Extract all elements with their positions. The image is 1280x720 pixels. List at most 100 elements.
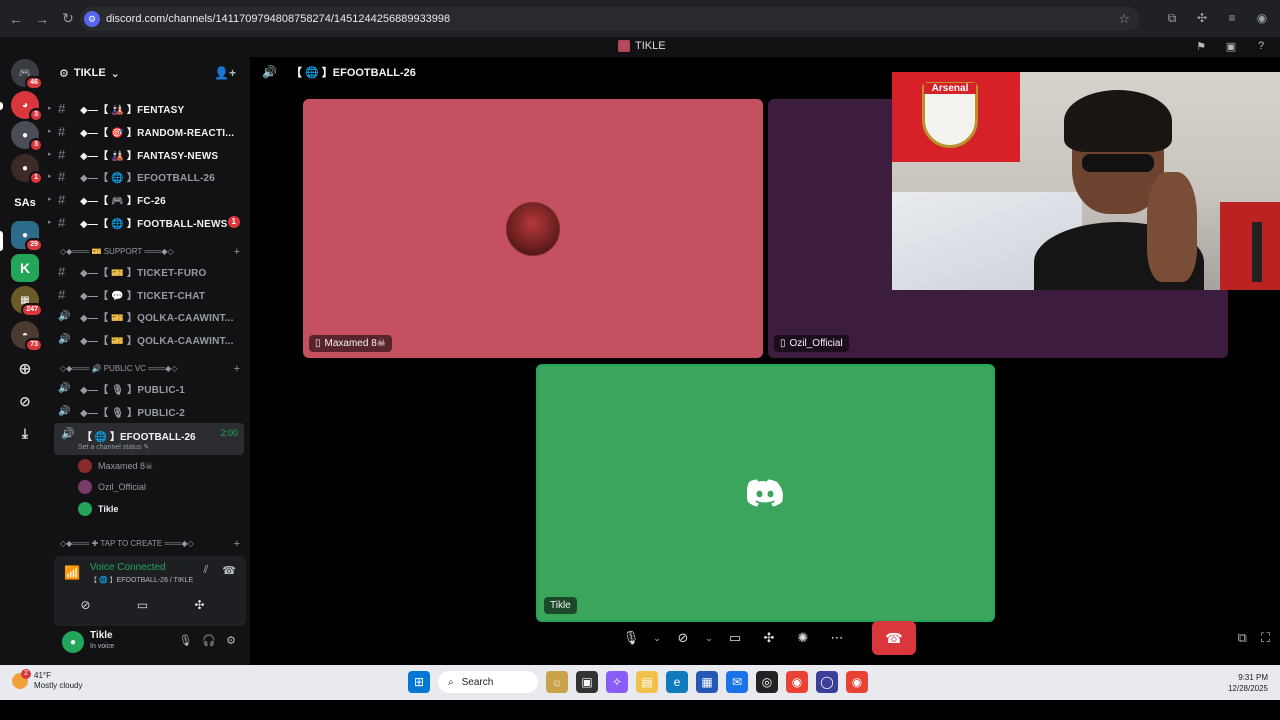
category-create[interactable]: ◇◆═══ ✚ TAP TO CREATE ═══◆◇ + [60,538,240,550]
server-icon-tikle[interactable]: ● 29 [11,221,43,252]
category-support[interactable]: ◇◆═══ 🎫 SUPPORT ═══◆◇ + [60,246,240,258]
puzzle-icon[interactable]: ✣ [1194,10,1210,26]
forward-icon[interactable]: → [32,9,52,29]
chrome-icon[interactable]: ◉ [786,671,808,693]
reload-icon[interactable]: ↻ [58,9,78,29]
chevron-down-icon[interactable]: ⌄ [650,633,664,644]
download-icon[interactable]: ⤓ [11,419,39,447]
site-info-icon[interactable]: ⚙ [84,11,100,27]
app-icon[interactable]: ◎ [756,671,778,693]
inbox-icon[interactable]: ▣ [1224,39,1238,53]
activities-button[interactable]: ✣ [174,592,225,618]
voice-stage: 🔊 【 🌐 】EFOOTBALL-26 ▯ Maxamed 8☠ ▯ Ozil_… [250,57,1280,665]
channel-item[interactable]: ▸ # ◆—【 🎮 】FC-26 [48,189,250,209]
server-icon-3[interactable]: ● 1 [11,154,43,185]
add-channel-icon[interactable]: + [234,538,240,550]
speaker-icon: 🔊 [262,65,277,79]
add-channel-icon[interactable]: + [234,246,240,258]
voice-user[interactable]: Tikle [78,500,118,518]
app-icon-2[interactable]: ◯ [816,671,838,693]
widgets-icon[interactable]: ☼ [546,671,568,693]
server-icon-sas[interactable]: SAs [11,189,39,217]
username[interactable]: Tikle [90,630,113,641]
server-folder[interactable]: ▦ 247 [11,286,43,317]
server-icon-1[interactable]: ◕ 3 [11,91,43,122]
system-clock[interactable]: 9:31 PM 12/28/2025 [1228,672,1268,694]
channel-item[interactable]: ▸ # ◆—【 🌐 】FOOTBALL-NEWS 1 [48,212,250,232]
copilot-icon[interactable]: ✧ [606,671,628,693]
chevron-down-icon: ⌄ [110,67,120,80]
channel-title: 【 🌐 】EFOOTBALL-26 [290,67,416,79]
activities-button[interactable]: ✣ [754,623,784,653]
mute-button[interactable]: 🎙 [616,623,646,653]
back-icon[interactable]: ← [6,9,26,29]
file-explorer-icon[interactable]: ▤ [636,671,658,693]
signal-icon[interactable]: 📶 [64,565,80,581]
server-settings-icon: ⚙ [59,67,69,80]
direct-messages-button[interactable]: 🎮 46 [11,59,43,90]
voice-status[interactable]: Voice Connected [90,562,166,573]
server-icon-4[interactable]: ◓ 73 [11,321,43,352]
popout-icon[interactable]: ⧉ [1238,630,1247,646]
media-icon[interactable]: ≡ [1224,10,1240,26]
camera-off-button[interactable]: ⊘ [60,592,111,618]
channel-status[interactable]: Set a channel status ✎ [78,443,149,451]
disconnect-button[interactable]: ☎ [872,621,916,655]
edge-icon[interactable]: e [666,671,688,693]
noise-suppression-icon[interactable]: ⫽ [203,564,208,577]
weather-icon: 2 [12,669,31,689]
channel-item[interactable]: ▸ # ◆—【 🎎 】FANTASY-NEWS [48,144,250,164]
share-screen-button[interactable]: ▭ [720,623,750,653]
fullscreen-icon[interactable]: ⛶ [1261,630,1270,646]
window-title-text: TIKLE [635,40,666,52]
screen-share-button[interactable]: ▭ [117,592,168,618]
channel-item[interactable]: # ◆—【 🎫 】TICKET-FURO [50,261,250,281]
chrome-profile-icon[interactable]: ◉ [846,671,868,693]
discord-titlebar: TIKLE ⚑ ▣ ? [0,37,1280,57]
channel-item[interactable]: # ◆—【 💬 】TICKET-CHAT [50,284,250,304]
task-view-icon[interactable]: ▣ [576,671,598,693]
voice-user[interactable]: Ozil_Official [78,478,146,496]
mail-icon[interactable]: ✉ [726,671,748,693]
settings-gear-icon[interactable]: ⚙ [226,634,236,647]
voice-channel-item[interactable]: 🔊 ◆—【 🎙 】PUBLIC-2 [50,401,250,421]
help-icon[interactable]: ? [1254,39,1268,53]
channel-item[interactable]: ▸ # ◆—【 🎯 】RANDOM-REACTI... [48,121,250,141]
user-avatar[interactable]: ● [62,631,84,653]
store-icon[interactable]: ▦ [696,671,718,693]
category-public-vc[interactable]: ◇◆═══ 🔊 PUBLIC VC ═══◆◇ + [60,363,240,375]
profile-icon[interactable]: ◉ [1254,10,1270,26]
taskbar-search[interactable]: ⌕ Search [438,671,538,693]
participant-tile-tikle[interactable]: Tikle [536,364,995,622]
voice-channel-item[interactable]: 🔊 ◆—【 🎙 】PUBLIC-1 [50,378,250,398]
weather-widget[interactable]: 2 41°F Mostly cloudy [12,669,82,691]
active-voice-channel[interactable]: 🔊 【 🌐 】EFOOTBALL-26 2:00 Set a channel s… [54,423,244,455]
server-icon-2[interactable]: ● 3 [11,121,43,152]
disconnect-icon[interactable]: ☎ [222,564,236,577]
add-server-icon[interactable]: ⊕ [11,355,39,383]
flag-icon[interactable]: ⚑ [1194,39,1208,53]
extension-icon[interactable]: ⧉ [1164,10,1180,26]
microphone-icon[interactable]: 🎙 [178,634,192,647]
bookmark-star-icon[interactable]: ☆ [1118,11,1130,27]
invite-icon[interactable]: 👤+ [214,66,236,80]
server-icon-k[interactable]: K [11,254,39,282]
participant-tile-maxamed[interactable]: ▯ Maxamed 8☠ [303,99,763,358]
camera-toggle-button[interactable]: ⊘ [668,623,698,653]
channel-item[interactable]: ▸ # ◆—【 🎎 】FENTASY [48,98,250,118]
voice-channel-item[interactable]: 🔊 ◆—【 🎫 】QOLKA-CAAWINT... [50,306,250,326]
window-title: TIKLE [618,40,666,52]
address-bar[interactable]: ⚙ discord.com/channels/14117097948087582… [80,7,1140,31]
voice-channel-item[interactable]: 🔊 ◆—【 🎫 】QOLKA-CAAWINT... [50,329,250,349]
voice-channel-path[interactable]: 【 🌐 】EFOOTBALL-26 / TIKLE [90,575,193,585]
channel-item[interactable]: ▸ # ◆—【 🌐 】EFOOTBALL-26 [48,166,250,186]
start-icon[interactable]: ⊞ [408,671,430,693]
server-header[interactable]: ⚙ TIKLE ⌄ 👤+ [50,57,250,89]
more-options-button[interactable]: ⋯ [822,623,852,653]
chevron-down-icon[interactable]: ⌄ [702,633,716,644]
headphones-icon[interactable]: 🎧 [202,634,216,647]
add-channel-icon[interactable]: + [234,363,240,375]
soundboard-button[interactable]: ✺ [788,623,818,653]
voice-user[interactable]: Maxamed 8☠ [78,457,153,475]
discover-icon[interactable]: ⊘ [11,387,39,415]
